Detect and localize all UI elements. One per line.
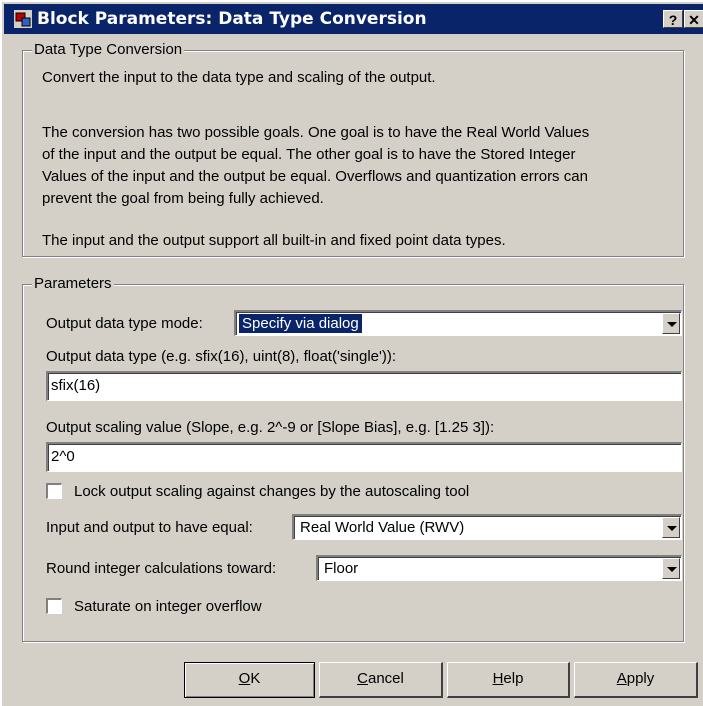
description-line: The conversion has two possible goals. O… <box>42 124 590 141</box>
description-line: prevent the goal from being fully achiev… <box>42 190 324 207</box>
apply-button[interactable]: Apply <box>574 662 698 698</box>
saturate-checkbox[interactable] <box>46 598 62 614</box>
apply-label-rest: pply <box>626 670 655 687</box>
equal-label: Input and output to have equal: <box>46 519 253 536</box>
description-line: Values of the input and the output be eq… <box>42 168 588 185</box>
dialog-window: Block Parameters: Data Type Conversion ?… <box>0 0 703 706</box>
saturate-label: Saturate on integer overflow <box>74 598 262 615</box>
apply-mnemonic: A <box>616 670 627 687</box>
window-title: Block Parameters: Data Type Conversion <box>37 9 427 29</box>
scaling-field[interactable]: 2^0 <box>46 442 682 472</box>
chevron-down-icon[interactable] <box>662 558 680 579</box>
round-label: Round integer calculations toward: <box>46 560 277 577</box>
help-label-rest: elp <box>503 670 524 687</box>
ok-label-rest: K <box>250 670 261 687</box>
output-mode-value: Specify via dialog <box>238 313 363 334</box>
chevron-down-icon[interactable] <box>662 517 680 538</box>
description-line: Convert the input to the data type and s… <box>42 69 436 86</box>
cancel-button[interactable]: Cancel <box>319 662 443 698</box>
parameters-group-title: Parameters <box>32 275 114 292</box>
scaling-label: Output scaling value (Slope, e.g. 2^-9 o… <box>46 419 495 436</box>
help-title-button[interactable]: ? <box>663 10 683 28</box>
cancel-mnemonic: C <box>357 670 368 687</box>
round-value: Floor <box>324 560 359 577</box>
chevron-down-icon[interactable] <box>662 313 680 334</box>
help-mnemonic: H <box>492 670 504 687</box>
output-mode-label: Output data type mode: <box>46 315 203 332</box>
ok-button[interactable]: OK <box>184 662 315 698</box>
output-type-field[interactable]: sfix(16) <box>46 371 682 401</box>
output-type-label: Output data type (e.g. sfix(16), uint(8)… <box>46 348 397 365</box>
help-button[interactable]: Help <box>447 662 570 698</box>
description-line: of the input and the output be equal. Th… <box>42 146 576 163</box>
ok-mnemonic: O <box>238 670 251 687</box>
close-icon[interactable]: ✕ <box>684 10 703 28</box>
lock-scaling-label: Lock output scaling against changes by t… <box>74 483 470 500</box>
description-group-title: Data Type Conversion <box>32 41 185 58</box>
equal-dropdown[interactable]: Real World Value (RWV) <box>292 514 682 540</box>
simulink-block-icon <box>14 10 32 28</box>
equal-value: Real World Value (RWV) <box>300 519 465 536</box>
title-bar[interactable]: Block Parameters: Data Type Conversion ?… <box>4 4 703 34</box>
cancel-label-rest: ancel <box>367 670 404 687</box>
output-mode-dropdown[interactable]: Specify via dialog <box>234 310 682 336</box>
description-line: The input and the output support all bui… <box>42 232 506 249</box>
round-dropdown[interactable]: Floor <box>316 555 682 581</box>
lock-scaling-checkbox[interactable] <box>46 483 62 499</box>
